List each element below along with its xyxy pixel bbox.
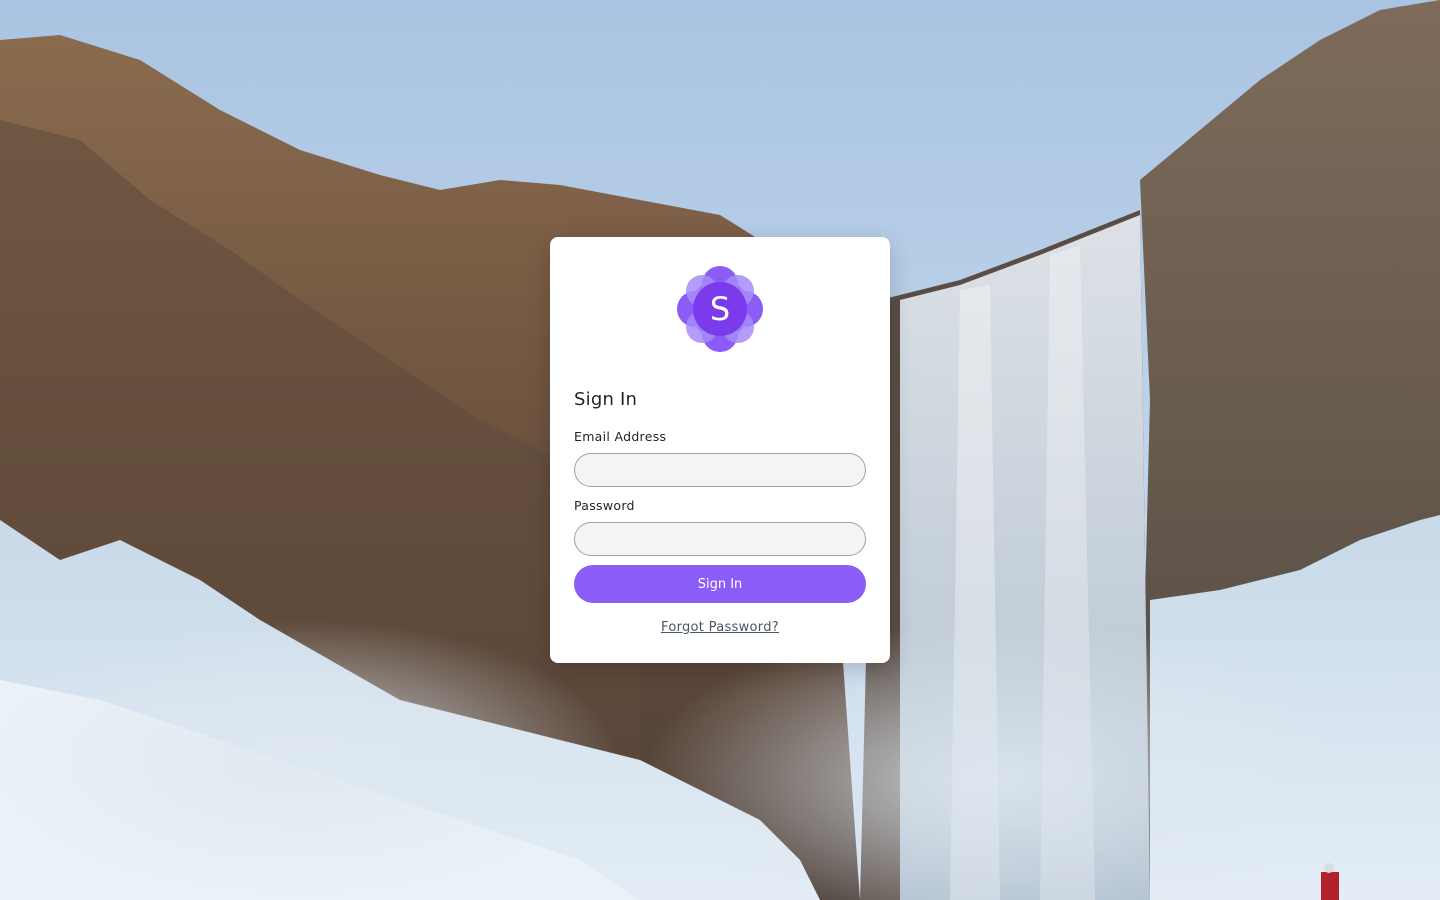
password-label: Password xyxy=(574,498,635,513)
brand-logo-icon: S xyxy=(677,266,763,352)
page-title: Sign In xyxy=(574,389,638,410)
email-field[interactable] xyxy=(574,453,866,487)
logo-letter: S xyxy=(710,290,730,328)
email-label: Email Address xyxy=(574,429,667,444)
forgot-password-link[interactable]: Forgot Password? xyxy=(550,620,890,635)
password-field[interactable] xyxy=(574,522,866,556)
sign-in-button[interactable]: Sign In xyxy=(574,565,866,603)
sign-in-card: S Sign In Email Address Password Sign In… xyxy=(550,237,890,663)
